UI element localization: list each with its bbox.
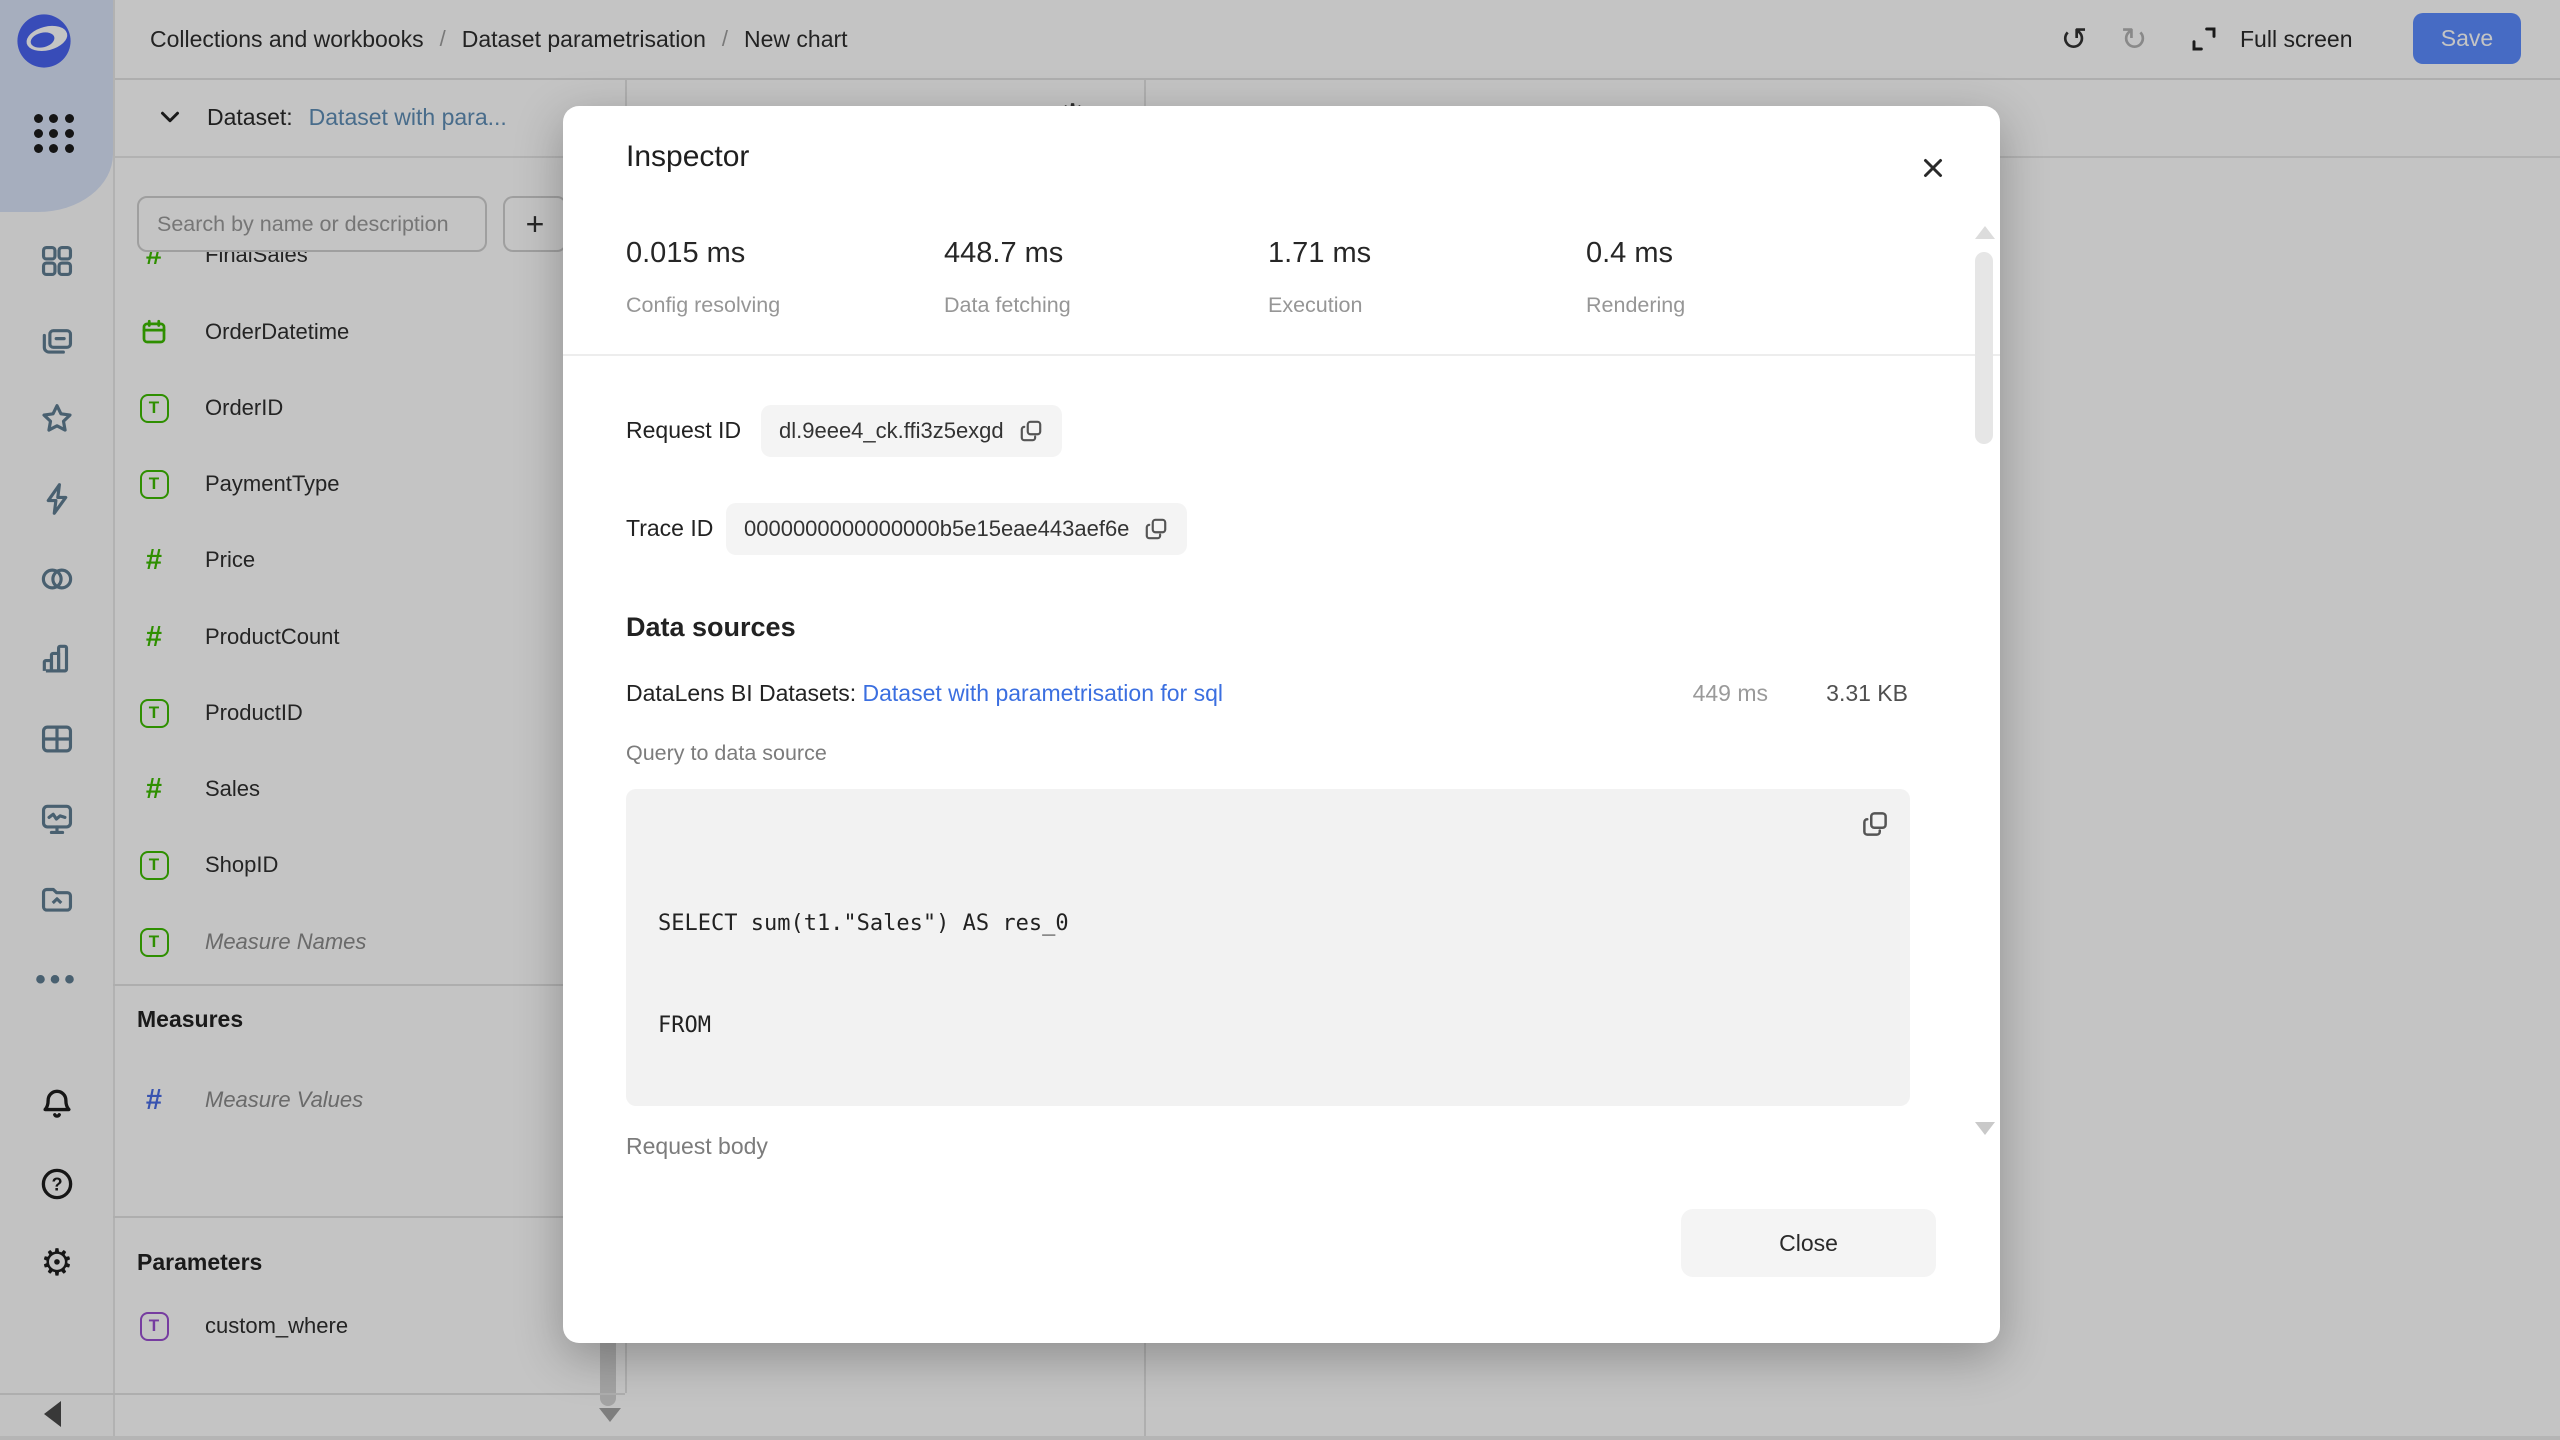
stat-execution-value: 1.71 ms <box>1268 237 1371 270</box>
copy-icon[interactable] <box>1018 418 1044 444</box>
trace-id-pill: 0000000000000000b5e15eae443aef6e <box>726 503 1187 555</box>
sql-line: FROM <box>658 1009 1890 1043</box>
query-label: Query to data source <box>626 741 827 766</box>
divider <box>563 354 2000 356</box>
stat-config-resolving-label: Config resolving <box>626 293 780 318</box>
request-id-value: dl.9eee4_ck.ffi3z5exgd <box>779 418 1004 444</box>
scroll-down-icon[interactable] <box>1975 1122 1995 1135</box>
source-label: DataLens BI Datasets: <box>626 680 856 706</box>
source-size: 3.31 KB <box>1813 680 1908 707</box>
copy-icon[interactable] <box>1860 809 1890 839</box>
stat-config-resolving-value: 0.015 ms <box>626 237 745 270</box>
source-time: 449 ms <box>1683 680 1768 707</box>
inspector-dialog: Inspector 0.015 ms Config resolving 448.… <box>563 106 2000 1343</box>
close-dialog-button[interactable] <box>1911 146 1955 190</box>
source-dataset-link[interactable]: Dataset with parametrisation for sql <box>863 680 1224 706</box>
stat-execution-label: Execution <box>1268 293 1362 318</box>
copy-icon[interactable] <box>1143 516 1169 542</box>
stat-rendering-label: Rendering <box>1586 293 1685 318</box>
close-button[interactable]: Close <box>1681 1209 1936 1277</box>
stat-data-fetching-label: Data fetching <box>944 293 1071 318</box>
data-source-row: DataLens BI Datasets: Dataset with param… <box>626 680 1910 710</box>
data-sources-header: Data sources <box>626 612 796 643</box>
sql-line: SELECT sum(t1."Sales") AS res_0 <box>658 907 1890 941</box>
request-id-label: Request ID <box>626 417 741 444</box>
close-icon <box>1918 153 1948 183</box>
sql-query-block: SELECT sum(t1."Sales") AS res_0 FROM ( S… <box>626 789 1910 1106</box>
request-body-label: Request body <box>626 1133 768 1159</box>
dialog-title: Inspector <box>626 140 749 174</box>
stat-rendering-value: 0.4 ms <box>1586 237 1673 270</box>
request-id-pill: dl.9eee4_ck.ffi3z5exgd <box>761 405 1062 457</box>
app-window: Collections and workbooks / Dataset para… <box>0 0 2560 1440</box>
modal-scrollbar[interactable] <box>1975 252 1993 444</box>
trace-id-label: Trace ID <box>626 515 713 542</box>
scroll-up-icon[interactable] <box>1975 226 1995 239</box>
stat-data-fetching-value: 448.7 ms <box>944 237 1063 270</box>
request-body-section: Request body <box>626 1133 1026 1159</box>
trace-id-value: 0000000000000000b5e15eae443aef6e <box>744 516 1129 542</box>
